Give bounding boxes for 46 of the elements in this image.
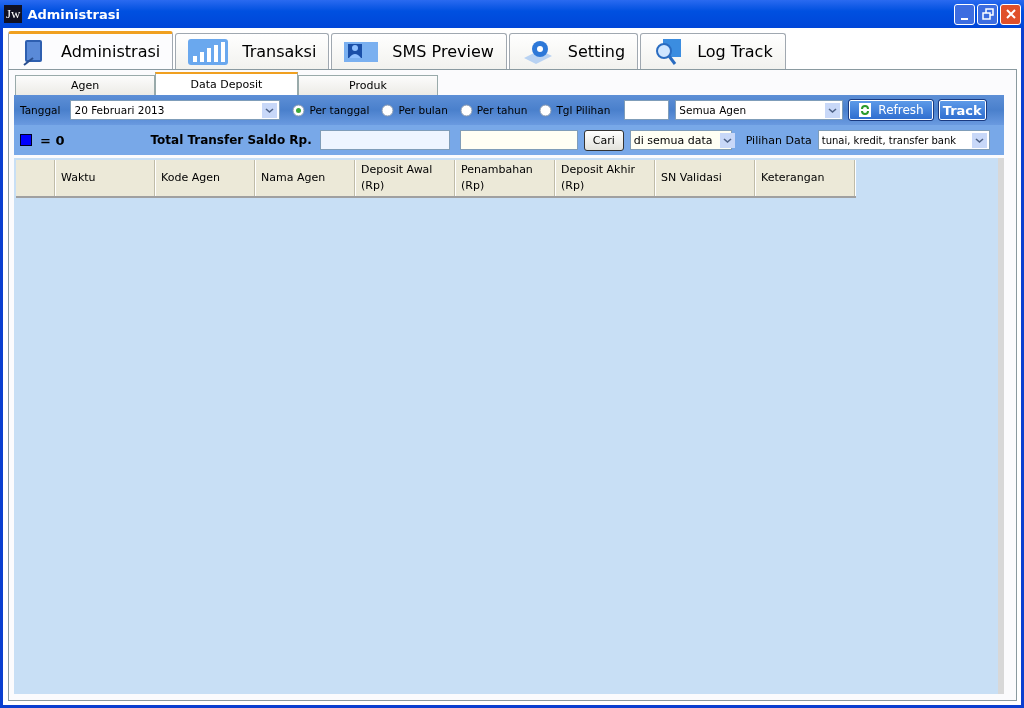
agent-dropdown[interactable]: Semua Agen	[675, 100, 844, 120]
total-field[interactable]	[319, 130, 450, 150]
restore-icon	[981, 8, 994, 20]
date-label: Tanggal	[20, 104, 61, 116]
restore-button[interactable]	[977, 3, 998, 25]
mode-radio[interactable]: Tgl Pilihan	[539, 103, 611, 117]
main-tab[interactable]: Administrasi	[8, 31, 174, 69]
legend-count: = 0	[40, 132, 65, 148]
search-field[interactable]	[459, 130, 578, 150]
data-dropdown[interactable]: tunai, kredit, transfer bank	[817, 130, 990, 150]
total-label: Total Transfer Saldo Rp.	[150, 133, 312, 147]
column-header[interactable]: Kode Agen	[156, 160, 256, 196]
window-title: Administrasi	[27, 6, 120, 22]
column-header[interactable]: Deposit Akhir (Rp)	[556, 160, 656, 196]
date-dropdown[interactable]: 20 Februari 2013	[70, 100, 281, 120]
bar-chart-icon	[188, 38, 229, 65]
sub-tab[interactable]: Agen	[15, 75, 155, 95]
main-tab[interactable]: Setting	[508, 33, 639, 69]
minimize-icon	[961, 18, 968, 20]
main-tab[interactable]: Log Track	[640, 33, 786, 69]
date-input[interactable]	[624, 100, 670, 120]
sub-tab[interactable]: Produk	[298, 75, 438, 95]
app-logo: Jw	[4, 5, 23, 23]
minimize-button[interactable]	[954, 3, 975, 25]
search-icon	[653, 36, 684, 67]
column-header[interactable]: Nama Agen	[256, 160, 356, 196]
mode-radio[interactable]: Per bulan	[381, 103, 448, 117]
close-button[interactable]	[1000, 3, 1021, 25]
main-tab[interactable]: Transaksi	[175, 33, 330, 69]
data-label: Pilihan Data	[745, 133, 812, 147]
column-header[interactable]: Deposit Awal (Rp)	[356, 160, 456, 196]
main-tab[interactable]: SMS Preview	[331, 33, 507, 69]
column-header[interactable]: Penambahan (Rp)	[456, 160, 556, 196]
column-header[interactable]: SN Validasi	[656, 160, 756, 196]
column-header[interactable]: Waktu	[56, 160, 156, 196]
sub-tab[interactable]: Data Deposit	[155, 72, 298, 95]
search-button[interactable]: Cari	[583, 129, 624, 151]
refresh-button[interactable]: Refresh	[849, 100, 933, 120]
mode-radio[interactable]: Per tanggal	[292, 103, 370, 117]
track-button[interactable]: Track	[938, 100, 986, 120]
column-header[interactable]: Keterangan	[756, 160, 856, 196]
refresh-icon	[858, 103, 873, 117]
row-header-corner	[16, 160, 56, 196]
close-icon	[1004, 8, 1017, 20]
mode-radio[interactable]: Per tahun	[459, 103, 528, 117]
scope-dropdown[interactable]: di semua data	[629, 130, 732, 150]
